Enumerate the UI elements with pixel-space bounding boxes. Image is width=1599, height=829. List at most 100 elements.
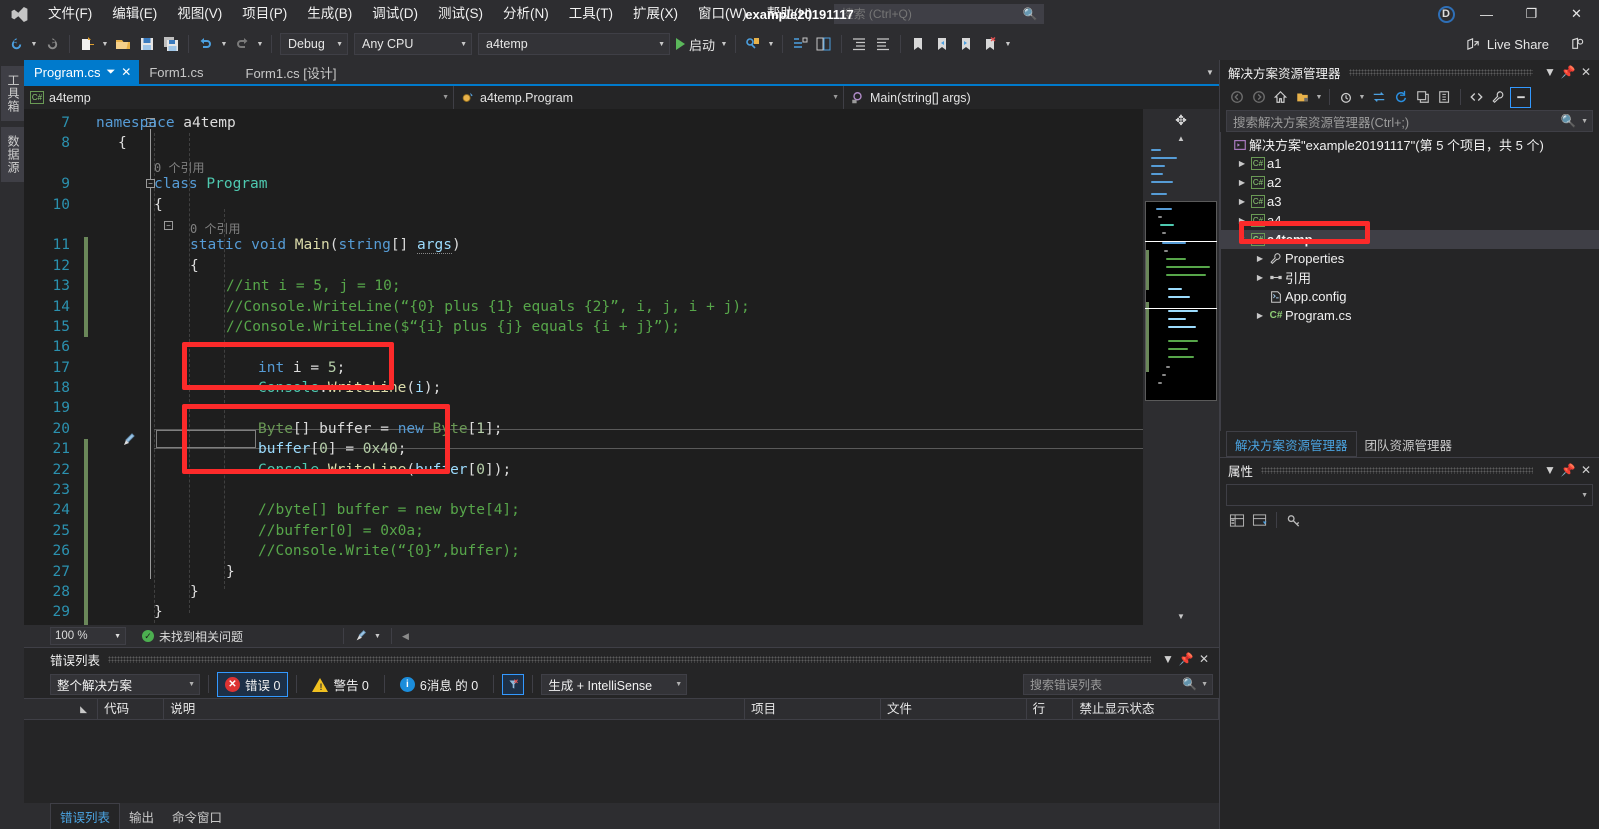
menu-item-help[interactable]: 帮助(H) [757, 0, 823, 28]
attach-process-icon[interactable] [741, 32, 765, 56]
menu-item-analyze[interactable]: 分析(N) [493, 0, 559, 28]
menu-item-extensions[interactable]: 扩展(X) [623, 0, 688, 28]
history-icon[interactable] [1335, 87, 1356, 108]
rail-tab-toolbox[interactable]: 工具箱 [1, 66, 26, 121]
column-header-sort-icon[interactable]: ◣ [24, 698, 99, 720]
alphabetical-view-icon[interactable] [1249, 510, 1270, 531]
attach-process-caret-icon[interactable]: ▼ [765, 32, 777, 56]
clear-bookmarks-icon[interactable] [978, 32, 1002, 56]
account-avatar[interactable]: D [1428, 0, 1464, 28]
quick-launch-input[interactable] [841, 7, 1023, 21]
pin-icon[interactable]: ⏷ [106, 66, 115, 79]
error-scope-combo[interactable]: 整个解决方案 ▼ [50, 673, 200, 695]
error-search-box[interactable]: 搜索错误列表 🔍 ▼ [1023, 673, 1213, 695]
column-header-code[interactable]: 代码 [98, 698, 165, 720]
tree-row-a3[interactable]: ▶ C# a3 [1221, 192, 1599, 211]
chevron-right-icon[interactable]: ▶ [1235, 159, 1249, 168]
compare-icon[interactable] [812, 32, 836, 56]
errors-filter-button[interactable]: ✕ 错误 0 [217, 671, 289, 697]
column-header-description[interactable]: 说明 [164, 698, 746, 720]
navbar-member-combo[interactable]: Main(string[] args) [844, 86, 1219, 109]
menu-item-project[interactable]: 项目(P) [232, 0, 297, 28]
close-icon[interactable]: ✕ [121, 65, 131, 79]
sync-icon[interactable] [1368, 87, 1389, 108]
toolbar-overflow-icon[interactable]: ▼ [1002, 32, 1014, 56]
chevron-right-icon[interactable]: ▶ [1253, 273, 1267, 282]
scroll-left-icon[interactable]: ◀ [402, 631, 409, 642]
navigate-forward-icon[interactable] [40, 32, 64, 56]
chevron-down-icon[interactable]: ▼ [1357, 87, 1367, 108]
refresh-icon[interactable] [1390, 87, 1411, 108]
pin-icon[interactable]: 📌 [1177, 650, 1195, 668]
source-code[interactable]: 7 namespace a4temp 8{0 个引用 9 class Program 10… [24, 109, 1143, 625]
tree-row-a4[interactable]: ▶ C# a4 [1221, 211, 1599, 230]
live-share-button[interactable]: Live Share [1458, 32, 1557, 56]
chevron-right-icon[interactable]: ▶ [1235, 178, 1249, 187]
save-icon[interactable] [135, 32, 159, 56]
tab-solution-explorer[interactable]: 解决方案资源管理器 [1226, 431, 1357, 457]
panel-menu-icon[interactable]: ▼ [1541, 63, 1559, 81]
feedback-icon[interactable] [1565, 32, 1589, 56]
collapse-all-icon[interactable] [1412, 87, 1433, 108]
menu-item-view[interactable]: 视图(V) [167, 0, 232, 28]
tab-team-explorer[interactable]: 团队资源管理器 [1357, 431, 1461, 457]
close-icon[interactable]: ✕ [1577, 63, 1595, 81]
undo-caret-icon[interactable]: ▼ [218, 32, 230, 56]
pin-icon[interactable]: 📌 [1559, 461, 1577, 479]
navigate-backward-caret-icon[interactable]: ▼ [28, 32, 40, 56]
undo-icon[interactable] [194, 32, 218, 56]
redo-icon[interactable] [230, 32, 254, 56]
forward-icon[interactable] [1248, 87, 1269, 108]
navbar-type-combo[interactable]: a4temp.Program ▼ [454, 86, 844, 109]
chevron-down-icon[interactable]: ▼ [1235, 235, 1249, 244]
tree-row-a2[interactable]: ▶ C# a2 [1221, 173, 1599, 192]
issues-status[interactable]: ✓ 未找到相关问题 [142, 628, 243, 645]
tree-row-properties[interactable]: ▶ Properties [1221, 249, 1599, 268]
pin-icon[interactable]: 📌 [1559, 63, 1577, 81]
document-tabs-overflow-icon[interactable]: ▼ [1201, 60, 1219, 84]
code-cleanup-button[interactable]: ▼ [354, 629, 381, 643]
indent-icon[interactable] [847, 32, 871, 56]
tree-row-a1[interactable]: ▶ C# a1 [1221, 154, 1599, 173]
solution-tree[interactable]: 解决方案"example20191117"(第 5 个项目，共 5 个) ▶ C… [1220, 132, 1599, 431]
pending-changes-icon[interactable] [1292, 87, 1313, 108]
navbar-project-combo[interactable]: C# a4temp ▼ [24, 86, 454, 109]
close-icon[interactable]: ✕ [1577, 461, 1595, 479]
doc-tab-form1-cs[interactable]: Form1.cs [139, 60, 211, 84]
bottom-tab-output[interactable]: 输出 [120, 803, 163, 829]
tree-row-app-config[interactable]: App.config [1221, 287, 1599, 306]
start-debug-caret-icon[interactable]: ▼ [718, 32, 730, 56]
tree-row-a4temp[interactable]: ▼ C# a4temp [1221, 230, 1599, 249]
navigate-backward-icon[interactable] [4, 32, 28, 56]
main-menu[interactable]: 文件(F) 编辑(E) 视图(V) 项目(P) 生成(B) 调试(D) 测试(S… [38, 0, 822, 28]
open-file-icon[interactable] [111, 32, 135, 56]
column-header-file[interactable]: 文件 [881, 698, 1027, 720]
bottom-tab-command-window[interactable]: 命令窗口 [163, 803, 231, 829]
doc-tab-program-cs[interactable]: Program.cs ⏷ ✕ [24, 60, 140, 84]
properties-wrench-icon[interactable] [1488, 87, 1509, 108]
menu-item-file[interactable]: 文件(F) [38, 0, 102, 28]
bookmark-icon[interactable] [906, 32, 930, 56]
doc-tab-form1-design[interactable]: Form1.cs [设计] [236, 60, 345, 84]
previous-bookmark-icon[interactable] [930, 32, 954, 56]
warnings-filter-button[interactable]: ! 警告 0 [305, 673, 375, 696]
view-code-icon[interactable] [1466, 87, 1487, 108]
column-header-project[interactable]: 项目 [745, 698, 882, 720]
chevron-down-icon[interactable]: ▼ [1201, 681, 1208, 688]
error-list-rows[interactable] [24, 720, 1219, 803]
menu-item-window[interactable]: 窗口(W) [688, 0, 757, 28]
code-surface[interactable]: − − − 7 namespace a4temp 8{0 个引用 9 class Pro… [24, 109, 1143, 625]
clear-filter-button[interactable] [502, 673, 525, 695]
close-icon[interactable]: ✕ [1195, 650, 1213, 668]
chevron-right-icon[interactable]: ▶ [1235, 197, 1249, 206]
quick-actions-lightbulb-icon[interactable] [121, 432, 137, 448]
back-icon[interactable] [1226, 87, 1247, 108]
chevron-right-icon[interactable]: ▶ [1235, 216, 1249, 225]
scroll-up-icon[interactable]: ▲ [1143, 131, 1219, 145]
save-all-icon[interactable] [159, 32, 183, 56]
menu-item-build[interactable]: 生成(B) [297, 0, 362, 28]
properties-grid[interactable] [1220, 534, 1599, 829]
new-project-icon[interactable] [75, 32, 99, 56]
bottom-tab-error-list[interactable]: 错误列表 [50, 803, 121, 829]
chevron-right-icon[interactable]: ▶ [1253, 254, 1267, 263]
